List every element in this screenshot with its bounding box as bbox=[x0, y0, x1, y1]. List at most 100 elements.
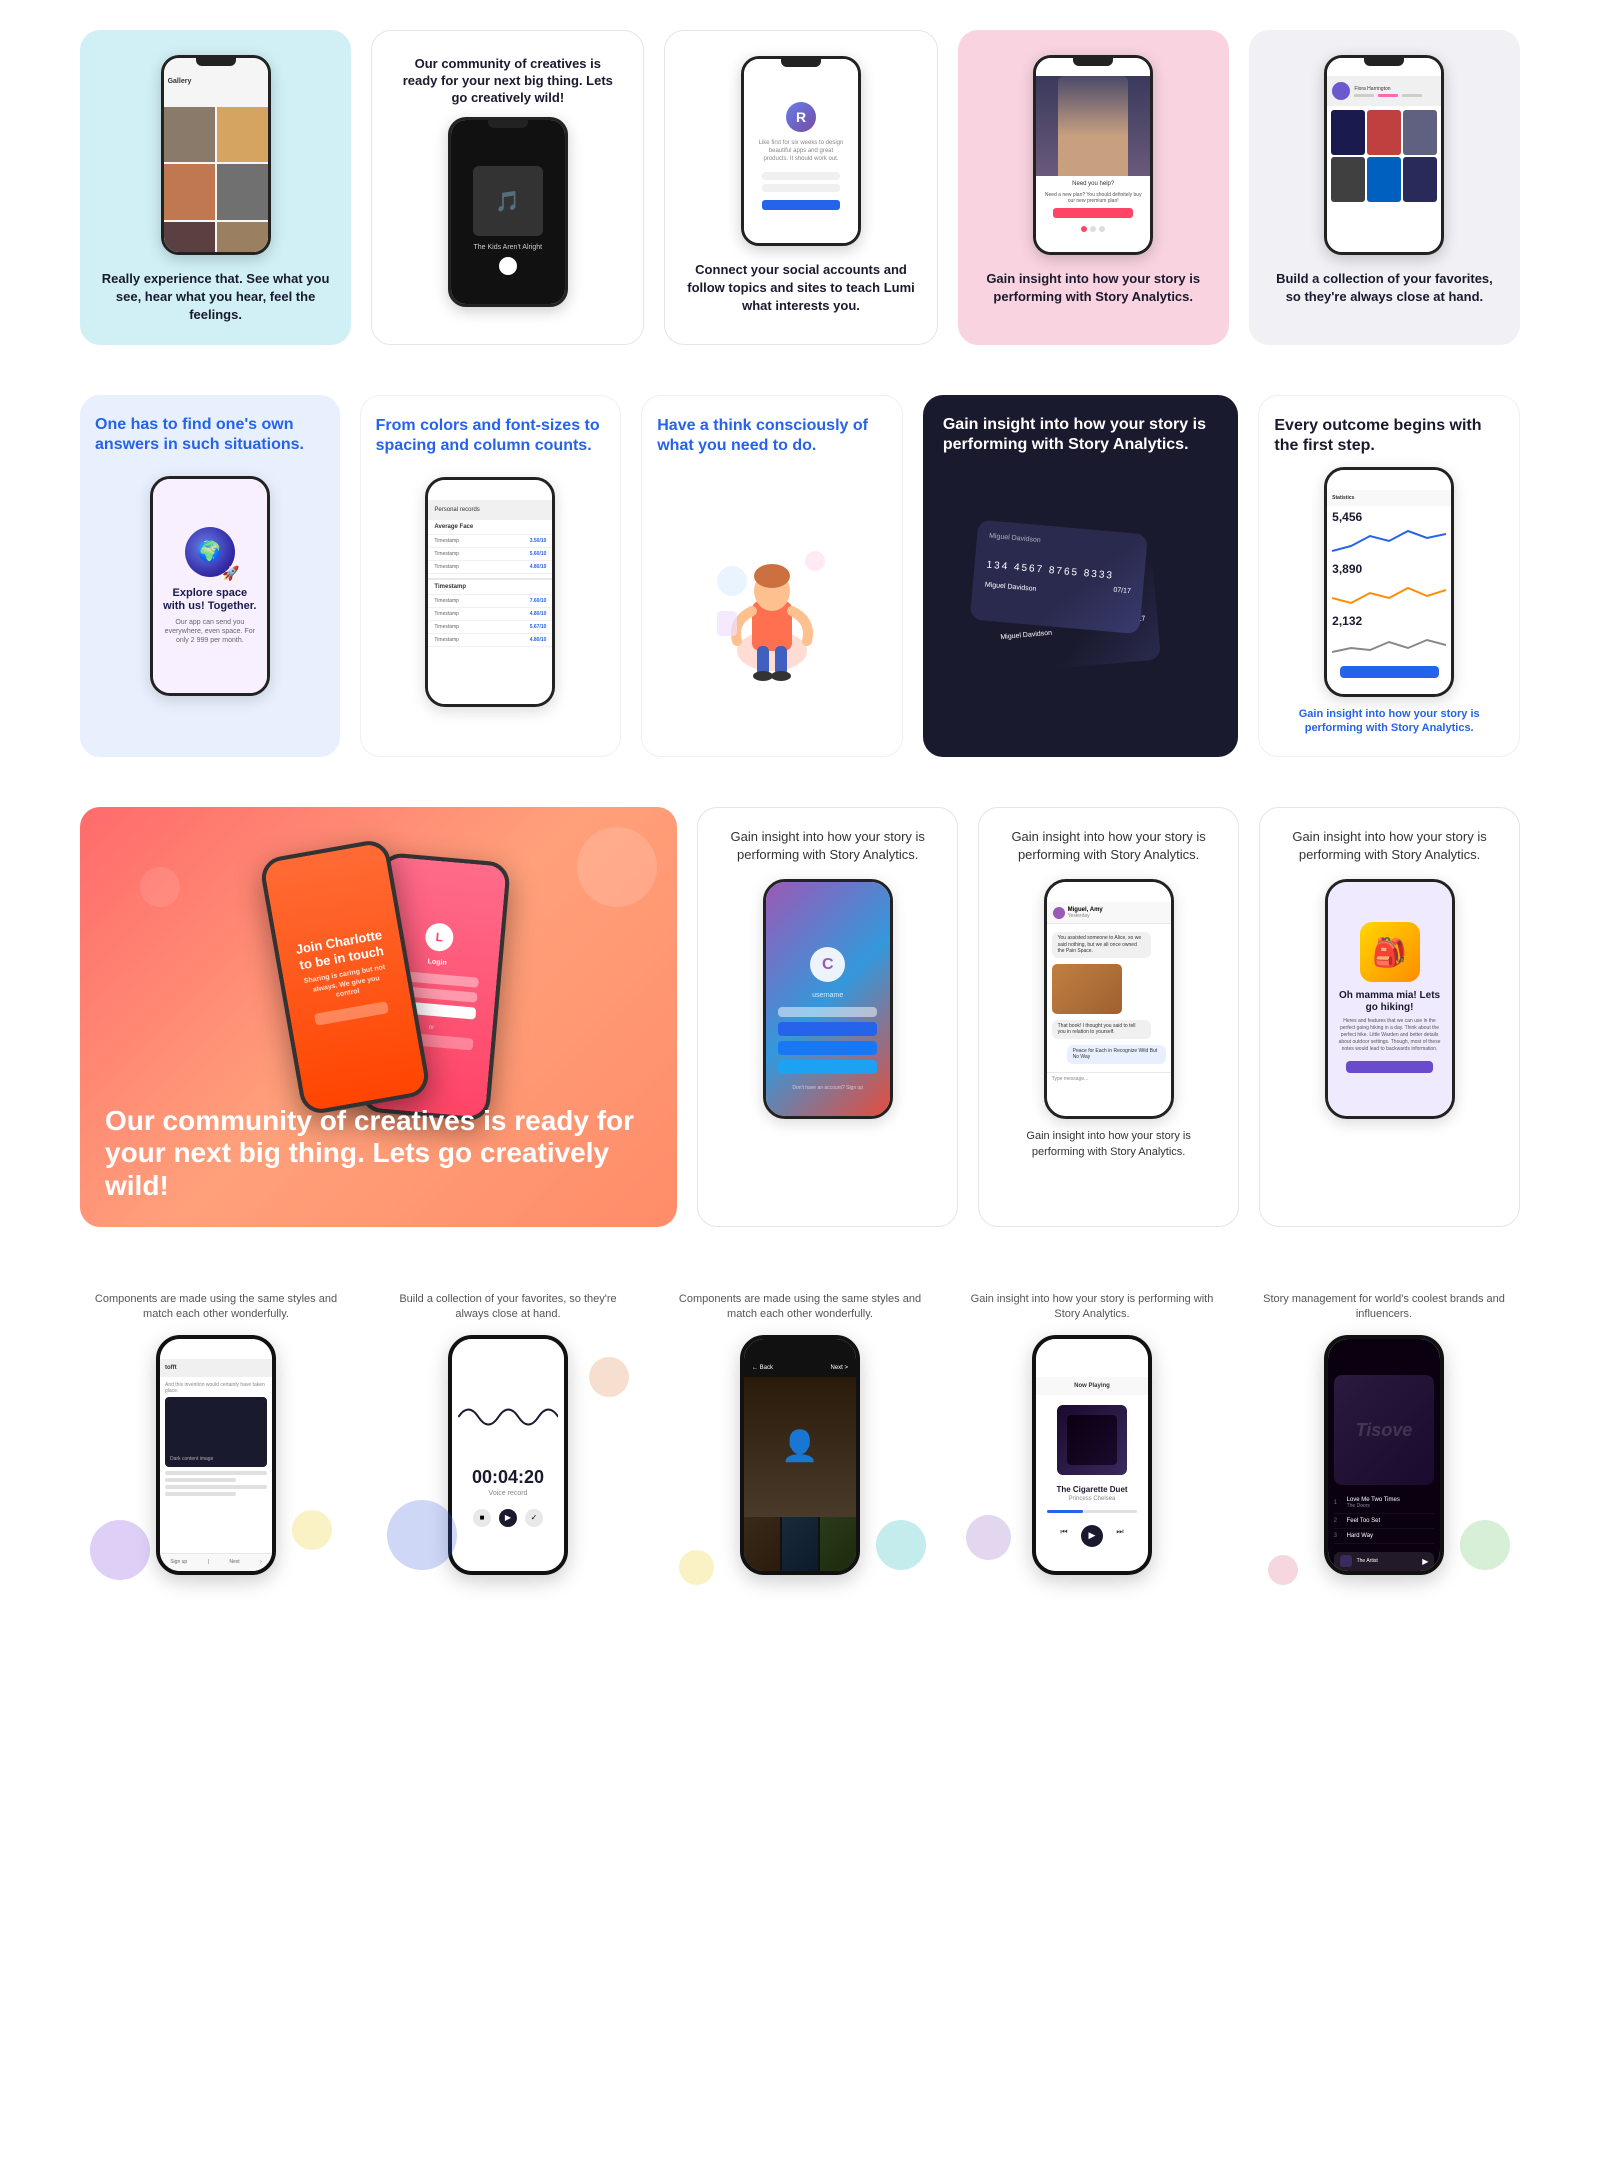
card-music-player: Gain insight into how your story is perf… bbox=[956, 1277, 1228, 1590]
chat-contact-name: Miguel, Amy bbox=[1068, 907, 1103, 913]
row-3: Join Charlotte to be in touch Sharing is… bbox=[80, 807, 1520, 1227]
records-row-2: Timestamp 5.60/10 bbox=[428, 548, 552, 561]
photo-thumb-1[interactable] bbox=[744, 1517, 780, 1575]
colorful-twitter-btn[interactable] bbox=[778, 1060, 877, 1074]
music-play-button[interactable]: ▶ bbox=[499, 257, 517, 275]
records-label-4: Timestamp bbox=[434, 598, 459, 604]
password-field[interactable] bbox=[762, 184, 840, 192]
music-title-text: The Kids Aren't Alright bbox=[473, 244, 542, 251]
records-label-2: Timestamp bbox=[434, 551, 459, 557]
mini-track-title: The Artist bbox=[1357, 1558, 1418, 1564]
card-illustration: Have a think consciously of what you nee… bbox=[641, 395, 903, 757]
face-image bbox=[1036, 76, 1150, 176]
mini-player: The Artist ▶ bbox=[1334, 1552, 1435, 1570]
mp-album-art bbox=[1057, 1405, 1127, 1475]
phone-music-player: Now Playing The Cigarette Duet Princess … bbox=[1032, 1335, 1152, 1575]
track-title-3: Hard Way bbox=[1347, 1533, 1435, 1539]
onboarding-screen: 🎒 Oh mamma mia! Lets go hiking! Heres an… bbox=[1328, 882, 1452, 1116]
chat-bubble-2: That book! I thought you said to tell yo… bbox=[1052, 1020, 1151, 1039]
deco-purple-circle-2 bbox=[966, 1515, 1011, 1560]
timer-value: 00:04:20 bbox=[472, 1467, 544, 1488]
dark-music-brand-text: Tisove bbox=[1356, 1420, 1413, 1441]
full-stats-btn[interactable] bbox=[1340, 666, 1439, 678]
help-card-text: Gain insight into how your story is perf… bbox=[978, 270, 1209, 306]
next-btn[interactable] bbox=[1053, 208, 1133, 218]
mp-next-btn[interactable]: ⏭ bbox=[1113, 1525, 1127, 1539]
analytics-text-3: Gain insight into how your story is perf… bbox=[999, 828, 1218, 864]
music-player-screen: Now Playing The Cigarette Duet Princess … bbox=[1036, 1339, 1148, 1571]
phone-help: Need you help? Need a new plan? You shou… bbox=[1033, 55, 1153, 255]
records-row-1: Timestamp 3.50/10 bbox=[428, 535, 552, 548]
mp-play-btn[interactable]: ▶ bbox=[1081, 1525, 1103, 1547]
help-screen: Need you help? Need a new plan? You shou… bbox=[1036, 58, 1150, 252]
records-subheader: Average Face bbox=[428, 520, 552, 535]
dark-track-2: 2 Feel Too Set bbox=[1334, 1514, 1435, 1529]
stats-chart-1 bbox=[1332, 526, 1446, 556]
colorful-input[interactable] bbox=[778, 1007, 877, 1017]
deco-yellow-circle-2 bbox=[679, 1550, 714, 1585]
onboard-body-text: Heres and features that we can use in th… bbox=[1336, 1018, 1444, 1053]
photo-thumb-2[interactable] bbox=[782, 1517, 818, 1575]
login-logo: R bbox=[786, 102, 816, 132]
card-records: From colors and font-sizes to spacing an… bbox=[360, 395, 622, 757]
stats-chart-3 bbox=[1332, 630, 1446, 660]
onboard-next-btn[interactable] bbox=[1346, 1061, 1432, 1073]
pink-or-divider: or bbox=[429, 1024, 435, 1030]
photo-next-label[interactable]: Next > bbox=[830, 1365, 848, 1371]
colorful-signup-link[interactable]: Don't have an account? Sign up bbox=[792, 1085, 863, 1091]
join-input[interactable] bbox=[314, 1001, 389, 1026]
phone-music: 🎵 The Kids Aren't Alright ▶ bbox=[448, 117, 568, 307]
phone-login: R Like first for six weeks to design bea… bbox=[741, 56, 861, 246]
profile-photo-6 bbox=[1403, 157, 1437, 202]
pink-login-label: Login bbox=[427, 958, 447, 967]
timer-stop-btn[interactable]: ■ bbox=[473, 1509, 491, 1527]
phone-notch-4 bbox=[1073, 58, 1113, 66]
pink-app-logo: L bbox=[424, 921, 454, 951]
footer-btn-1[interactable]: Sign up bbox=[170, 1559, 187, 1565]
stats-num-2: 3,890 bbox=[1327, 558, 1451, 576]
card-help: Need you help? Need a new plan? You shou… bbox=[958, 30, 1229, 345]
profile-avatar bbox=[1332, 82, 1350, 100]
colorful-login-btn[interactable] bbox=[778, 1022, 877, 1036]
track-num-3: 3 bbox=[1334, 1533, 1342, 1539]
records-val-6: 5.67/10 bbox=[530, 624, 547, 630]
chat-input-bar[interactable]: Type message... bbox=[1047, 1072, 1171, 1086]
timer-play-btn[interactable]: ▶ bbox=[499, 1509, 517, 1527]
photo-thumb-3[interactable] bbox=[820, 1517, 856, 1575]
records-label-6: Timestamp bbox=[434, 624, 459, 630]
onboard-title-text: Oh mamma mia! Lets go hiking! bbox=[1336, 990, 1444, 1014]
chat-date: Yesterday bbox=[1068, 913, 1103, 919]
photo-person-emoji: 👤 bbox=[781, 1429, 818, 1464]
reading-line-4 bbox=[165, 1492, 236, 1496]
timer-check-btn[interactable]: ✓ bbox=[525, 1509, 543, 1527]
phone-gallery: Gallery bbox=[161, 55, 271, 255]
chat-header: Miguel, Amy Yesterday bbox=[1047, 902, 1171, 924]
card-profile: Flora Harrington bbox=[1249, 30, 1520, 345]
tab-posts bbox=[1354, 94, 1374, 97]
colorful-username-label: username bbox=[812, 992, 843, 999]
mp-progress-bar[interactable] bbox=[1047, 1510, 1137, 1513]
records-label-1: Timestamp bbox=[434, 538, 459, 544]
mp-prev-btn[interactable]: ⏮ bbox=[1057, 1525, 1071, 1539]
stats-line-2 bbox=[1332, 578, 1446, 608]
footer-arrow[interactable]: › bbox=[260, 1559, 262, 1565]
phone-notch-3 bbox=[781, 59, 821, 67]
card-statistics: Every outcome begins with the first step… bbox=[1258, 395, 1520, 757]
stats-card-title: Every outcome begins with the first step… bbox=[1274, 416, 1504, 458]
colorful-fb-btn[interactable] bbox=[778, 1041, 877, 1055]
profile-screen: Flora Harrington bbox=[1327, 58, 1441, 252]
reading-line-3 bbox=[165, 1485, 267, 1489]
mp-album-inner bbox=[1067, 1415, 1117, 1465]
login-desc: Like first for six weeks to design beaut… bbox=[752, 140, 850, 163]
person-illustration bbox=[707, 521, 837, 681]
reading-content: And this invention would certainly have … bbox=[160, 1377, 272, 1553]
records-val-1: 3.50/10 bbox=[530, 538, 547, 544]
username-field[interactable] bbox=[762, 172, 840, 180]
photo-back-btn[interactable]: ← Back bbox=[752, 1365, 773, 1371]
login-btn[interactable] bbox=[762, 200, 840, 210]
mini-play-btn[interactable]: ▶ bbox=[1422, 1557, 1428, 1566]
records-row-7: Timestamp 4.80/10 bbox=[428, 634, 552, 647]
profile-name: Flora Harrington bbox=[1354, 86, 1422, 97]
records-val-4: 7.60/10 bbox=[530, 598, 547, 604]
footer-btn-3[interactable]: Next bbox=[229, 1559, 239, 1565]
